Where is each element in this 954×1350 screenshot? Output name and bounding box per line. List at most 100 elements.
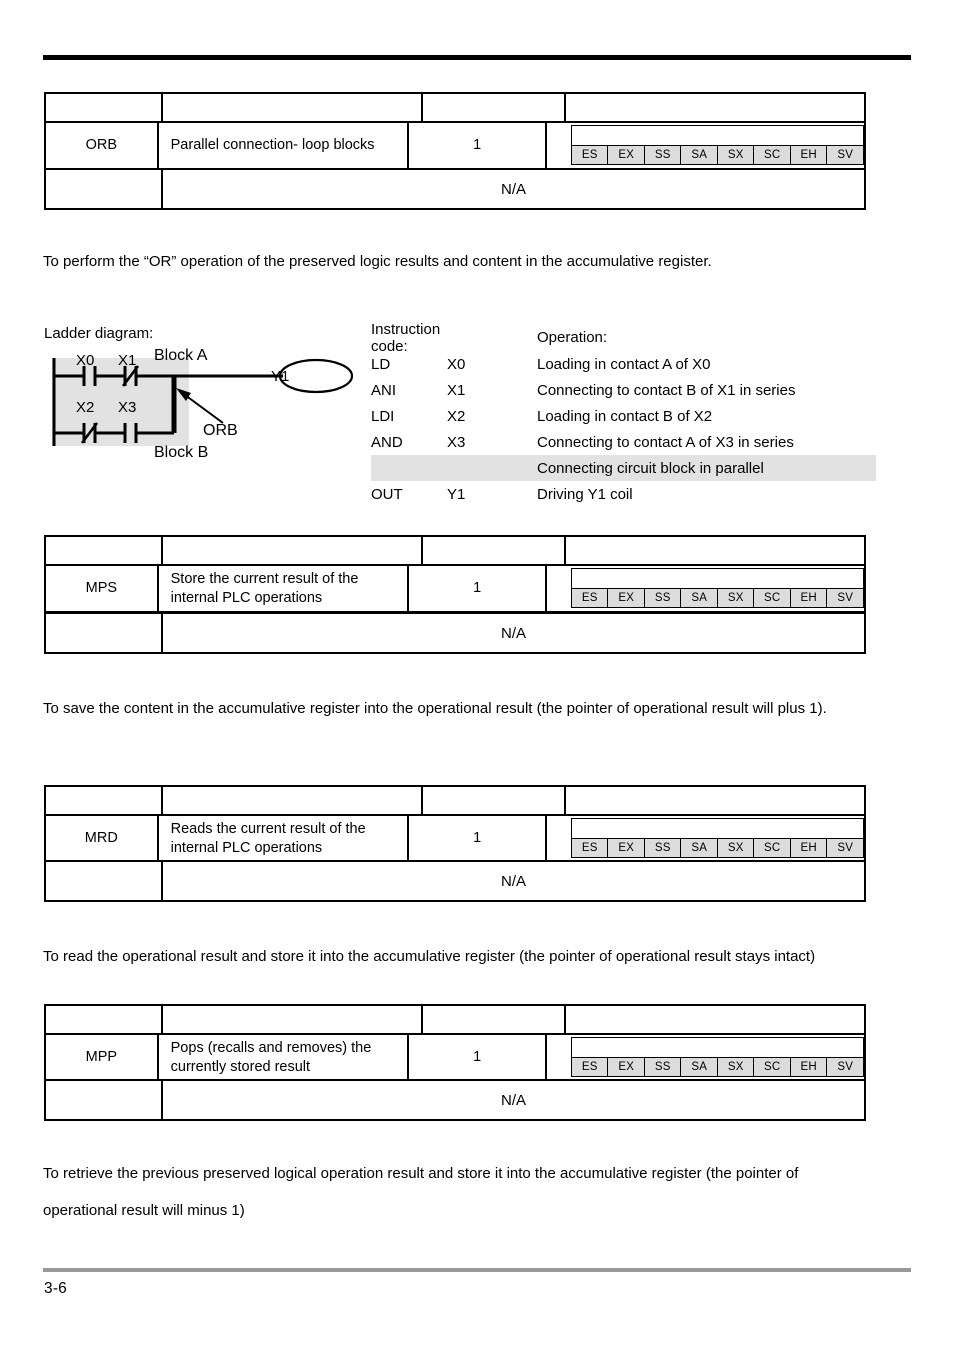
instruction-code-list: Instruction code: Operation: LD X0 Loadi…: [371, 321, 876, 507]
operand-table-mps: N/A: [44, 612, 866, 654]
operand-table-orb: N/A: [44, 168, 866, 210]
header-description-cell: [163, 787, 423, 814]
page-number: 3-6: [44, 1280, 68, 1297]
header-steps-cell: [423, 537, 566, 564]
description-paragraph-orb: To perform the “OR” operation of the pre…: [43, 253, 712, 270]
code-row-highlighted: Connecting circuit block in parallel: [371, 455, 876, 481]
operand-label-cell: [46, 1081, 163, 1119]
header-mnemonic-cell: [46, 1006, 163, 1033]
model-badge-es: ES: [571, 588, 609, 607]
code-mnemonic: LD: [371, 355, 391, 373]
supported-models: ES EX SS SA SX SC EH SV: [547, 566, 864, 611]
operand-value: N/A: [500, 180, 526, 198]
description-value: Store the current result of the internal…: [159, 566, 410, 611]
code-mnemonic: OUT: [371, 485, 403, 503]
model-badge-ss: SS: [644, 1057, 682, 1076]
model-badge-eh: EH: [790, 588, 828, 607]
table-header-row: [46, 787, 864, 814]
code-row: ANI X1 Connecting to contact B of X1 in …: [371, 377, 876, 403]
models-strip: ES EX SS SA SX SC EH SV: [571, 588, 863, 607]
operand-table-mrd: N/A: [44, 860, 866, 902]
models-box: ES EX SS SA SX SC EH SV: [570, 818, 864, 858]
steps-value: 1: [409, 566, 547, 611]
code-row: AND X3 Connecting to contact A of X3 in …: [371, 429, 876, 455]
description-paragraph-mrd: To read the operational result and store…: [43, 948, 816, 965]
model-badge-eh: EH: [790, 145, 828, 164]
operand-label-cell: [46, 170, 163, 208]
header-description-cell: [163, 94, 423, 121]
supported-models: ES EX SS SA SX SC EH SV: [547, 816, 864, 861]
code-row: LDI X2 Loading in contact B of X2: [371, 403, 876, 429]
model-badge-sx: SX: [717, 588, 755, 607]
code-operand: X3: [447, 433, 466, 451]
description-value: Parallel connection- loop blocks: [159, 123, 410, 168]
model-badge-sa: SA: [681, 1057, 718, 1076]
description-value: Reads the current result of the internal…: [159, 816, 410, 861]
model-badge-sa: SA: [681, 588, 718, 607]
table-header-row: [46, 1006, 864, 1033]
code-mnemonic: ANI: [371, 381, 397, 399]
operation-header: Operation:: [537, 329, 608, 346]
model-badge-sc: SC: [754, 145, 791, 164]
operand-value: N/A: [500, 1091, 526, 1109]
models-strip: ES EX SS SA SX SC EH SV: [571, 145, 863, 164]
operand-table-mpp: N/A: [44, 1079, 866, 1121]
model-badge-ex: EX: [608, 1057, 645, 1076]
model-badge-sv: SV: [827, 838, 863, 857]
header-rule: [43, 55, 911, 60]
contact-label-x3: X3: [118, 399, 137, 416]
description-paragraph-mpp: To retrieve the previous preserved logic…: [43, 1165, 799, 1219]
model-badge-sa: SA: [681, 838, 718, 857]
model-badge-eh: EH: [790, 1057, 828, 1076]
code-mnemonic: LDI: [371, 407, 395, 425]
model-badge-es: ES: [571, 145, 609, 164]
footer-rule: [43, 1268, 911, 1272]
operand-value: N/A: [500, 872, 526, 890]
header-models-cell: [566, 537, 864, 564]
instruction-table-mps: MPS Store the current result of the inte…: [44, 535, 866, 613]
contact-label-x0: X0: [76, 352, 95, 369]
model-badge-sx: SX: [717, 1057, 755, 1076]
code-operand: X0: [447, 355, 466, 373]
code-row: OUT Y1 Driving Y1 coil: [371, 481, 876, 507]
code-mnemonic: AND: [371, 433, 403, 451]
model-badge-es: ES: [571, 1057, 609, 1076]
mnemonic-value: MRD: [46, 816, 159, 861]
supported-models: ES EX SS SA SX SC EH SV: [547, 123, 864, 168]
operand-value: N/A: [500, 624, 526, 642]
model-badge-ex: EX: [608, 145, 645, 164]
model-badge-ss: SS: [644, 588, 682, 607]
model-badge-sc: SC: [754, 1057, 791, 1076]
code-operation: Loading in contact B of X2: [537, 407, 713, 425]
steps-value: 1: [409, 1035, 547, 1080]
model-badge-sc: SC: [754, 588, 791, 607]
model-badge-sx: SX: [717, 145, 755, 164]
header-models-cell: [566, 94, 864, 121]
model-badge-sc: SC: [754, 838, 791, 857]
mnemonic-value: MPP: [46, 1035, 159, 1080]
header-description-cell: [163, 537, 423, 564]
code-operation: Connecting to contact A of X3 in series: [537, 433, 794, 451]
model-badge-sv: SV: [827, 145, 863, 164]
mnemonic-value: ORB: [46, 123, 159, 168]
model-badge-eh: EH: [790, 838, 828, 857]
instruction-table-mrd: MRD Reads the current result of the inte…: [44, 785, 866, 863]
models-box: ES EX SS SA SX SC EH SV: [570, 568, 864, 608]
model-badge-sa: SA: [681, 145, 718, 164]
table-row: MPP Pops (recalls and removes) the curre…: [46, 1033, 864, 1080]
instruction-table-mpp: MPP Pops (recalls and removes) the curre…: [44, 1004, 866, 1082]
header-models-cell: [566, 787, 864, 814]
code-operand: X2: [447, 407, 466, 425]
code-operand: Y1: [447, 485, 466, 503]
mnemonic-value: MPS: [46, 566, 159, 611]
coil-ellipse: [278, 358, 354, 394]
code-operation: Connecting circuit block in parallel: [537, 459, 764, 477]
steps-value: 1: [409, 123, 547, 168]
header-steps-cell: [423, 787, 566, 814]
model-badge-ex: EX: [608, 588, 645, 607]
table-header-row: [46, 94, 864, 121]
header-steps-cell: [423, 1006, 566, 1033]
code-list-header: Instruction code: Operation:: [371, 321, 876, 355]
coil-label-y1: Y1: [271, 368, 290, 385]
table-row: MRD Reads the current result of the inte…: [46, 814, 864, 861]
